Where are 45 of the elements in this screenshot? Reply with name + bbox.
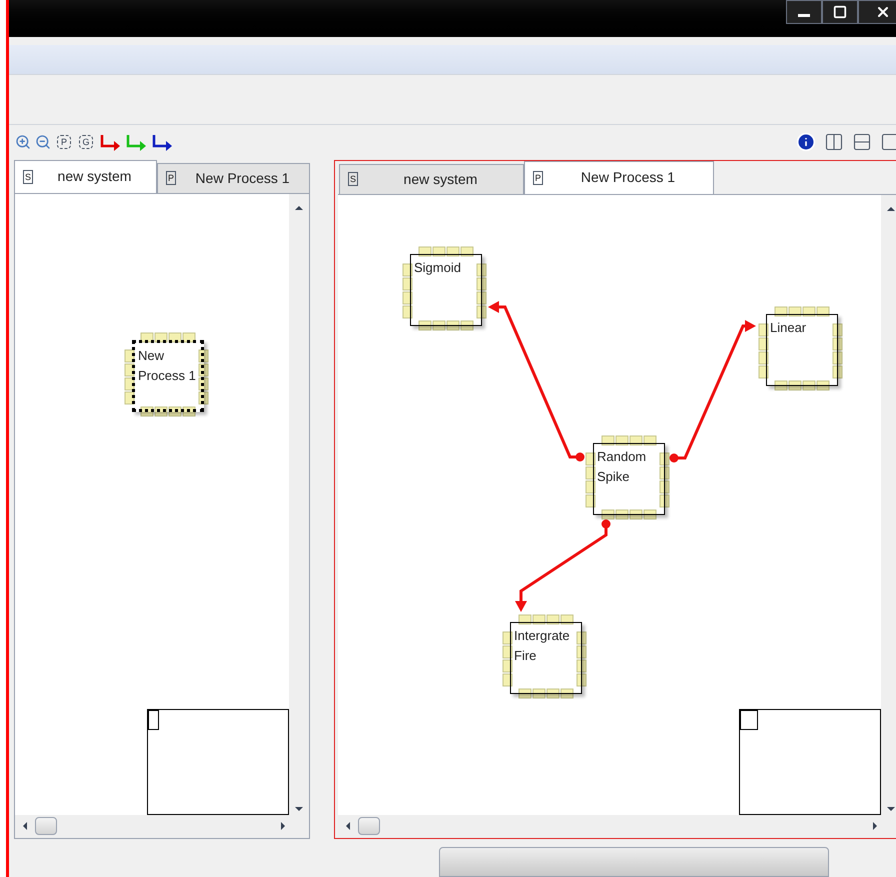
tab-type-icon: P (166, 171, 176, 186)
scroll-left-icon (346, 822, 350, 830)
process-node[interactable]: Linear (766, 314, 838, 386)
scroll-down-icon (295, 806, 303, 811)
node-label: Random Spike (596, 448, 648, 486)
node-label: Sigmoid (413, 258, 462, 277)
tab-type-icon: S (348, 172, 358, 186)
scroll-up-icon (295, 206, 303, 210)
editor-tab[interactable]: P New Process 1 (157, 162, 310, 193)
chip-button[interactable]: G (79, 135, 93, 150)
close-button[interactable] (858, 0, 896, 24)
scroll-right-icon (873, 822, 877, 830)
node-label: IntergrateFire (513, 626, 571, 665)
process-node[interactable]: New Process 1 (132, 340, 204, 412)
process-node[interactable]: IntergrateFire (510, 622, 582, 694)
scroll-down-icon (887, 806, 895, 811)
chip-button[interactable]: P (57, 135, 71, 150)
connection-arrow[interactable] (488, 300, 584, 462)
diagram-canvas[interactable]: Sigmoid Linear Random Spike IntergrateFire (338, 194, 881, 815)
close-icon (875, 4, 891, 20)
node-label: Linear (769, 318, 808, 337)
editor-tab[interactable]: S new system (14, 160, 157, 193)
connection-arrow[interactable] (670, 320, 756, 462)
tab-type-icon: S (23, 170, 33, 184)
tab-type-icon: P (533, 170, 543, 185)
maximize-button[interactable] (822, 0, 858, 24)
connection-arrow[interactable] (515, 519, 610, 612)
editor-tab[interactable]: S new system (339, 164, 524, 194)
process-node[interactable]: Sigmoid (410, 254, 482, 326)
maximize-icon (833, 5, 847, 19)
node-label: New Process 1 (137, 346, 197, 385)
diagram-canvas[interactable]: New Process 1 (15, 194, 289, 815)
scroll-right-icon (281, 822, 285, 830)
minimize-button[interactable] (786, 0, 822, 24)
minimap[interactable] (147, 708, 289, 815)
minimap-viewport[interactable] (740, 710, 758, 730)
scroll-up-icon (887, 206, 895, 211)
process-node[interactable]: Random Spike (593, 442, 665, 515)
scrollbar-thumb[interactable] (358, 817, 380, 836)
minimap[interactable] (739, 708, 881, 815)
minimap-viewport[interactable] (148, 710, 159, 730)
scrollbar-thumb[interactable] (35, 817, 57, 836)
minimize-icon (798, 14, 810, 16)
editor-tab[interactable]: P New Process 1 (524, 160, 714, 194)
scroll-left-icon (23, 822, 27, 830)
